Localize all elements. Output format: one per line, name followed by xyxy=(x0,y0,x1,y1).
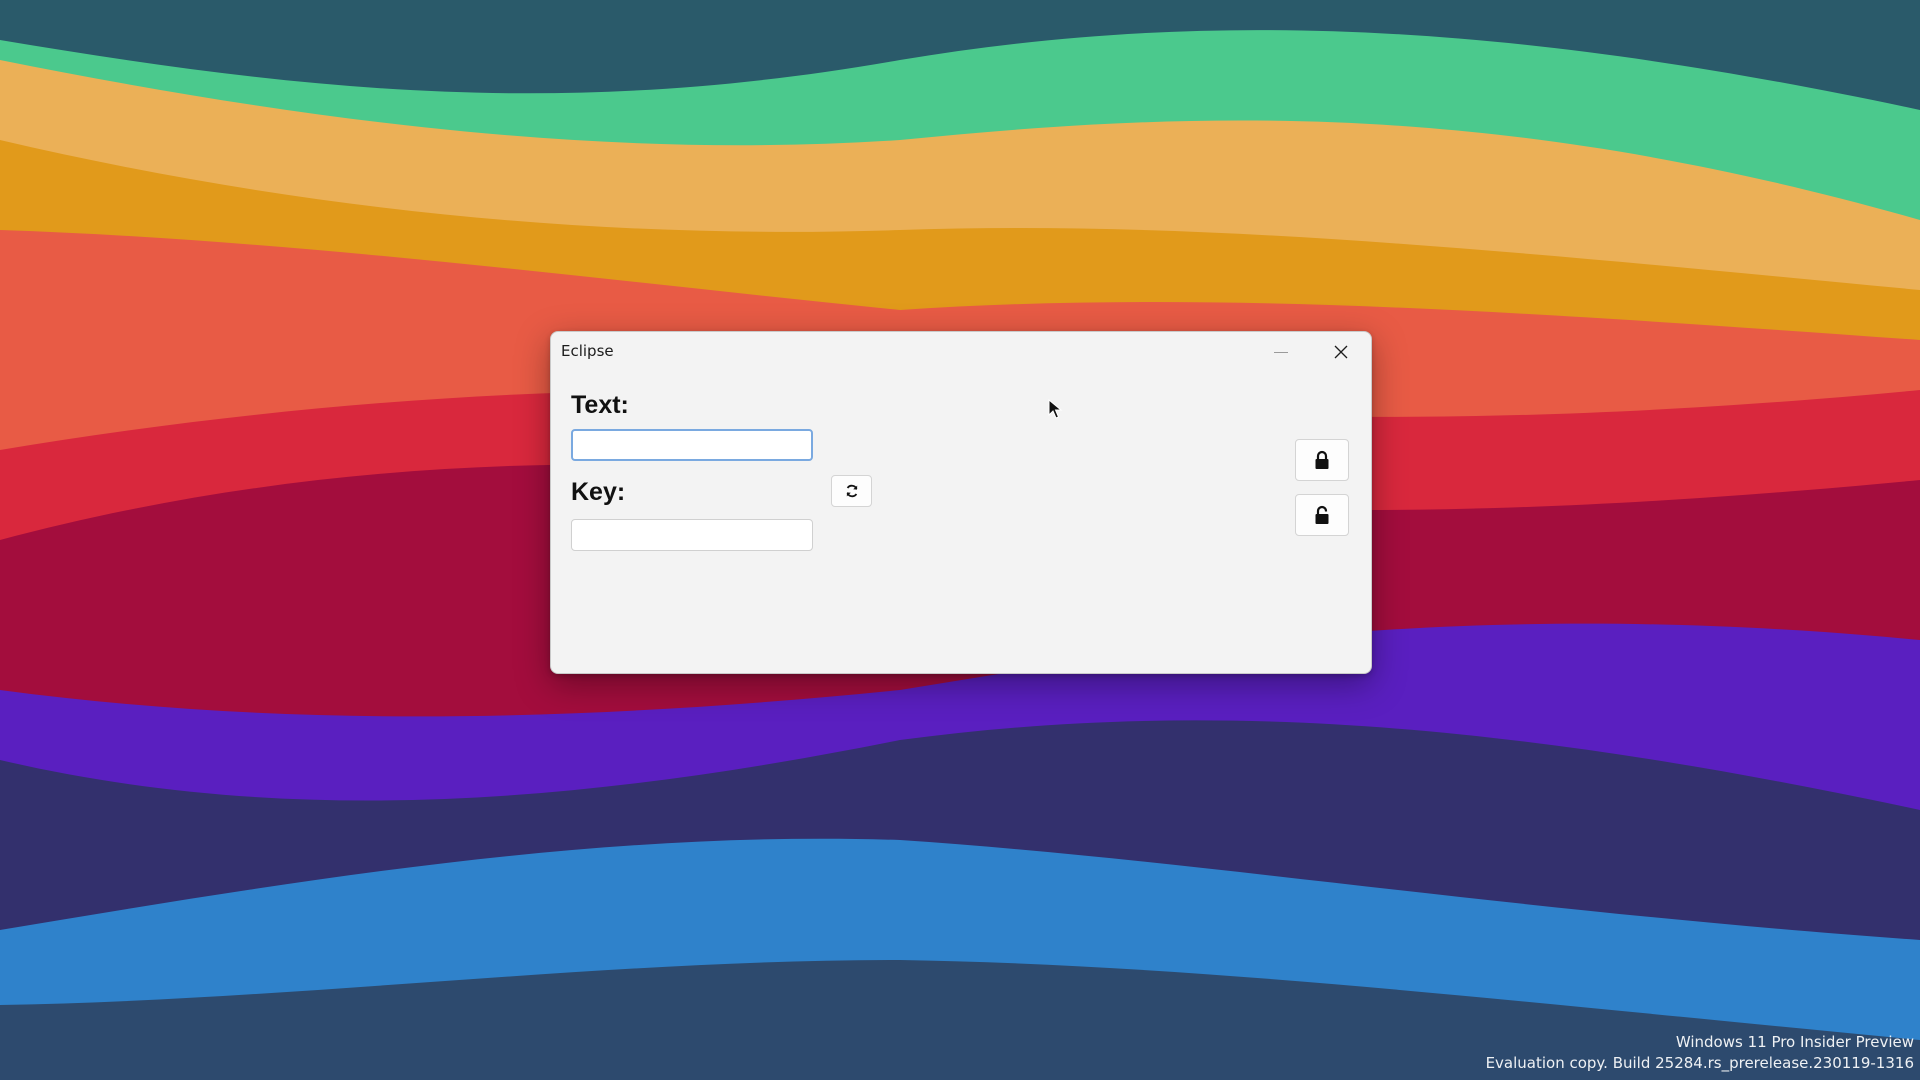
desktop: Eclipse Text: Key: Windows 11 Pro Inside… xyxy=(0,0,1920,1080)
close-icon xyxy=(1334,345,1348,359)
key-input[interactable] xyxy=(571,519,813,551)
title-bar[interactable]: Eclipse xyxy=(551,332,1371,372)
encrypt-button[interactable] xyxy=(1295,439,1349,481)
decrypt-button[interactable] xyxy=(1295,494,1349,536)
watermark-line-2: Evaluation copy. Build 25284.rs_prerelea… xyxy=(1485,1054,1914,1072)
eclipse-window: Eclipse Text: Key: xyxy=(550,331,1372,674)
text-label: Text: xyxy=(571,391,629,419)
mouse-cursor xyxy=(1048,399,1063,419)
generate-key-button[interactable] xyxy=(831,475,872,507)
minimize-icon xyxy=(1274,351,1288,353)
lock-closed-icon xyxy=(1315,450,1329,469)
text-input[interactable] xyxy=(571,429,813,461)
watermark-line-1: Windows 11 Pro Insider Preview xyxy=(1675,1033,1914,1051)
close-button[interactable] xyxy=(1311,332,1371,372)
minimize-button[interactable] xyxy=(1251,332,1311,372)
key-label: Key: xyxy=(571,478,626,506)
lock-open-icon xyxy=(1315,505,1329,524)
refresh-icon xyxy=(846,484,857,498)
evaluation-watermark: Windows 11 Pro Insider Preview Evaluatio… xyxy=(1486,1032,1914,1074)
window-title: Eclipse xyxy=(561,342,614,360)
